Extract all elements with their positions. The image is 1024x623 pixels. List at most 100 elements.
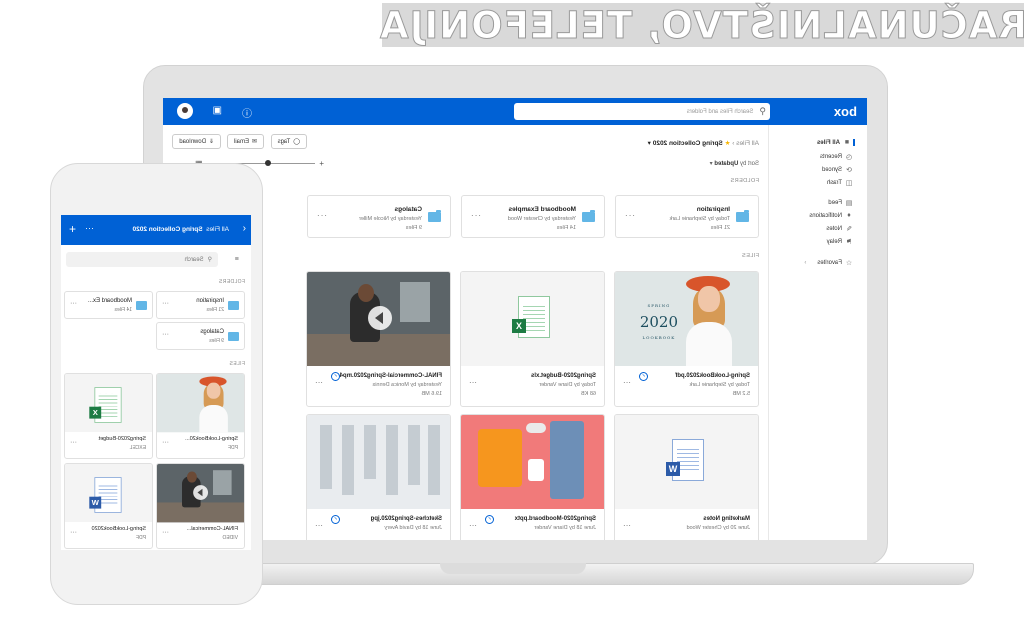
more-icon[interactable]: ··· [162, 439, 169, 446]
avatar[interactable] [177, 103, 193, 119]
file-card[interactable]: SPRING 2020 LOOKBOOK Spring-LookBook2020.p… [614, 271, 759, 407]
more-icon[interactable]: ··· [85, 223, 94, 233]
sync-icon: ⟳ [846, 167, 852, 174]
sidebar-item-all-files[interactable]: ■ All Files [816, 139, 855, 146]
more-icon[interactable]: ··· [470, 211, 481, 220]
sidebar-item-trash[interactable]: ◫ Trash [827, 179, 853, 187]
sort-value: Updated [714, 161, 739, 167]
folder-icon [136, 301, 147, 310]
file-thumbnail [307, 272, 450, 366]
more-icon[interactable]: ··· [469, 378, 477, 387]
play-icon[interactable] [368, 306, 392, 330]
tag-icon: ◯ [293, 139, 300, 145]
sidebar-item-relay[interactable]: ⚑ Relay [827, 238, 853, 246]
more-icon[interactable]: ··· [315, 378, 323, 387]
star-icon[interactable]: ★ [725, 140, 731, 147]
file-card[interactable]: X Spring2020-Budget.xls Today by Diane V… [460, 271, 605, 407]
word-icon: W [666, 439, 704, 481]
more-icon[interactable]: ··· [469, 521, 477, 530]
mobile-file-card[interactable]: Spring-LookBook20... PDF ··· [156, 373, 245, 459]
mobile-title: All Files Spring Collection 2020 [133, 226, 229, 233]
more-icon[interactable]: ··· [316, 211, 327, 220]
mobile-header: ‹ All Files Spring Collection 2020 ··· + [61, 215, 251, 245]
mobile-file-card[interactable]: W Spring-LookBook2020 PDF ··· [64, 463, 153, 549]
folder-name: Moodboard Examples [508, 206, 576, 213]
download-label: Download [179, 138, 206, 145]
email-button[interactable]: ✉ Email [226, 134, 264, 149]
top-bar: box ⚲ Search Files and Folders ⓘ ▣ [163, 98, 867, 125]
chevron-right-icon[interactable]: › [804, 260, 806, 266]
trash-icon: ◫ [845, 180, 853, 187]
relay-icon: ⚑ [845, 239, 853, 246]
folder-count: 9 Files [209, 338, 224, 344]
excel-icon: X [89, 387, 122, 423]
sidebar-item-notes[interactable]: ✎ Notes [826, 225, 853, 233]
sort-control[interactable]: Sort by Updated ▾ [710, 160, 759, 167]
sidebar-item-notifications[interactable]: ♦ Notifications [809, 212, 853, 219]
chevron-down-icon[interactable]: ▾ [648, 140, 651, 147]
folder-name: Inspiration [196, 298, 224, 304]
folder-count: 21 Files [206, 307, 224, 313]
add-icon[interactable]: + [69, 222, 76, 236]
more-icon[interactable]: ··· [624, 211, 635, 220]
phone-screen: ‹ All Files Spring Collection 2020 ··· +… [61, 215, 251, 550]
search-icon: ⚲ [207, 257, 212, 263]
mobile-folder-card[interactable]: Catalogs 9 Files ··· [156, 322, 245, 350]
email-label: Email [233, 138, 249, 145]
breadcrumb-root[interactable]: All Files [736, 140, 759, 147]
mobile-search-input[interactable]: ⚲ Search [66, 252, 218, 267]
lookbook-text: SPRING 2020 LOOKBOOK [640, 298, 678, 346]
more-icon[interactable]: ··· [70, 529, 77, 536]
file-card[interactable]: W Marketing Notes June 20 by Chester Woo… [614, 414, 759, 540]
more-icon[interactable]: ··· [315, 521, 323, 530]
more-icon[interactable]: ··· [162, 331, 169, 338]
file-card[interactable]: Sketches-Spring2020.jpg June 18 by David… [306, 414, 451, 540]
more-icon[interactable]: ··· [162, 529, 169, 536]
help-icon[interactable]: ⓘ [242, 105, 252, 120]
sidebar-item-favorites[interactable]: ☆ Favorites › [804, 259, 853, 267]
more-icon[interactable]: ··· [623, 521, 631, 530]
mobile-root-label[interactable]: All Files [206, 226, 229, 233]
search-input[interactable]: ⚲ Search Files and Folders [514, 103, 770, 120]
more-icon[interactable]: ··· [623, 378, 631, 387]
file-size: 5.2 MB [732, 391, 750, 397]
file-card[interactable]: Spring2020-Moodboard.pptx June 18 by Dia… [460, 414, 605, 540]
more-icon[interactable]: ··· [70, 300, 77, 307]
folder-icon [428, 212, 441, 222]
folder-card[interactable]: Inspiration Today by Stephanie Lark 21 F… [615, 195, 759, 238]
file-card[interactable]: FINAL-Commercial-Spring2020.mp4 Yesterda… [306, 271, 451, 407]
sidebar-item-feed[interactable]: ▤ Feed [828, 199, 853, 207]
folder-card[interactable]: Catalogs Yesterday by Nicole Miller 9 Fi… [307, 195, 451, 238]
filter-icon[interactable]: ≡ [235, 256, 239, 263]
mobile-file-card[interactable]: FINAL-Commerical... VIDEO ··· [156, 463, 245, 549]
file-thumbnail: X [65, 374, 152, 432]
play-icon[interactable] [193, 485, 209, 500]
file-thumbnail: SPRING 2020 LOOKBOOK [615, 272, 758, 366]
file-size: 19.6 MB [421, 391, 442, 397]
zoom-in-icon[interactable]: + [319, 159, 324, 168]
folder-meta: Today by Stephanie Lark [669, 216, 730, 222]
folder-count: 21 Files [710, 225, 730, 231]
mobile-folder-card[interactable]: Moodboard Ex... 14 Files ··· [64, 291, 153, 319]
more-icon[interactable]: ··· [70, 439, 77, 446]
file-name: Spring-LookBook2020 [91, 526, 146, 532]
sidebar-item-synced[interactable]: ⟳ Synced [822, 166, 853, 174]
breadcrumb-current[interactable]: Spring Collection 2020 [653, 140, 723, 147]
mobile-folder-card[interactable]: Inspiration 21 Files ··· [156, 291, 245, 319]
more-icon[interactable]: ··· [162, 300, 169, 307]
folder-card[interactable]: Moodboard Examples Yesterday by Chester … [461, 195, 605, 238]
chevron-left-icon[interactable]: ‹ [243, 223, 246, 234]
folder-icon [736, 212, 749, 222]
file-name: Spring2020-Budget.xls [530, 373, 596, 379]
zoom-knob[interactable] [265, 159, 272, 166]
download-button[interactable]: ⇓ Download [172, 134, 221, 149]
sidebar-item-recents[interactable]: ◷ Recents [820, 153, 853, 161]
excel-icon: X [512, 296, 550, 338]
tags-button[interactable]: ◯ Tags [270, 134, 307, 149]
folder-icon: ■ [844, 139, 850, 146]
layout-icon[interactable]: ▣ [213, 105, 222, 116]
mobile-file-card[interactable]: X Spring2020-Budget EXCEL ··· [64, 373, 153, 459]
breadcrumb: All Files › ★ Spring Collection 2020 ▾ [648, 139, 759, 147]
header-banner: RAČUNALNIŠTVO, TELEFONIJA [379, 3, 1024, 47]
box-logo[interactable]: box [834, 104, 857, 119]
